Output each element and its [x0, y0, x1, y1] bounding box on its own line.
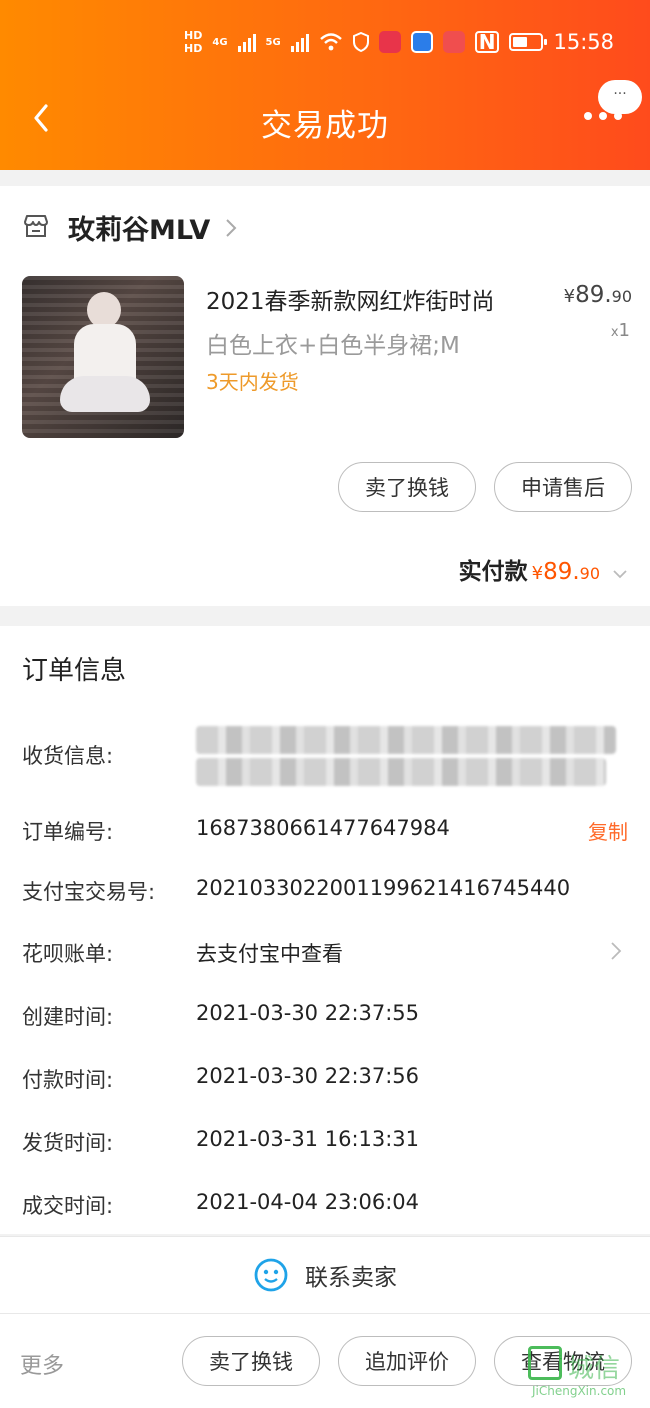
chevron-down-icon — [613, 570, 627, 579]
ship-note: 3天内发货 — [206, 370, 299, 394]
order-number-label: 订单编号: — [22, 820, 114, 844]
after-sale-button[interactable]: 申请售后 — [494, 462, 632, 512]
app-header: HD HD 4G 5G N 15:58 交易成功 ··· — [0, 0, 650, 170]
more-button[interactable]: 更多 — [20, 1348, 64, 1380]
price-currency: ¥ — [563, 286, 576, 307]
paid-time-value: 2021-03-30 22:37:56 — [196, 1064, 420, 1088]
hd-label-1: HD — [184, 29, 203, 42]
shipping-address-redacted — [196, 726, 616, 754]
watermark-en: JiChengXin.com — [532, 1384, 627, 1398]
product-quantity: x1 — [611, 320, 630, 341]
paid-amount: ¥89.90 — [532, 559, 600, 585]
contact-seller-button[interactable]: 联系卖家 — [0, 1236, 650, 1314]
page-title: 交易成功 — [261, 108, 389, 144]
network-label-2: 5G — [265, 36, 281, 48]
paid-label: 实付款 — [458, 559, 528, 585]
price-int: 89. — [575, 282, 612, 308]
signal-icon — [237, 32, 256, 52]
qty-prefix: x — [610, 325, 619, 340]
paid-int: 89. — [543, 559, 580, 585]
huabei-row[interactable]: 花呗账单: 去支付宝中查看 — [22, 938, 628, 968]
shipping-info-row: 收货信息: — [22, 726, 628, 786]
store-icon — [22, 213, 50, 243]
watermark-cn: 城信 — [568, 1354, 621, 1384]
watermark-logo: 城信 JiChengXin.com — [528, 1346, 644, 1402]
message-bubble-icon[interactable]: ··· — [598, 80, 642, 114]
shield-icon — [352, 32, 369, 52]
order-item-card: 玫莉谷MLV 2021春季新款网红炸街时尚 白色上衣+白色半身裙;M 3天内发货… — [0, 186, 650, 606]
shipped-time-label: 发货时间: — [22, 1131, 114, 1155]
paid-time-label: 付款时间: — [22, 1068, 114, 1092]
sell-button-bottom[interactable]: 卖了换钱 — [182, 1336, 320, 1386]
more-menu-button[interactable] — [584, 112, 622, 120]
hd-label-2: HD — [184, 42, 203, 55]
status-time: 15:58 — [553, 30, 614, 54]
app-icon-blue — [410, 31, 433, 53]
product-price: ¥89.90 — [564, 282, 632, 308]
closed-time-label: 成交时间: — [22, 1194, 114, 1218]
sell-button[interactable]: 卖了换钱 — [338, 462, 476, 512]
price-dec: 90 — [611, 287, 632, 306]
shop-name: 玫莉谷MLV — [68, 215, 211, 246]
app-icon-play — [442, 31, 465, 53]
order-info-title: 订单信息 — [22, 656, 127, 686]
add-review-button[interactable]: 追加评价 — [338, 1336, 476, 1386]
qty-value: 1 — [618, 320, 630, 341]
network-label-1: 4G — [212, 36, 228, 48]
app-icon-red — [378, 31, 401, 53]
shipped-time-value: 2021-03-31 16:13:31 — [196, 1127, 420, 1151]
paid-currency: ¥ — [531, 563, 544, 584]
shipping-contact-redacted — [196, 758, 606, 786]
product-spec: 白色上衣+白色半身裙;M — [206, 333, 460, 359]
created-time-label: 创建时间: — [22, 1005, 114, 1029]
created-time-value: 2021-03-30 22:37:55 — [196, 1001, 420, 1025]
signal-icon-2 — [290, 32, 309, 52]
copy-button[interactable]: 复制 — [588, 816, 628, 845]
paid-dec: 90 — [579, 564, 600, 583]
battery-icon — [509, 33, 548, 51]
chevron-right-icon — [611, 942, 622, 960]
product-title[interactable]: 2021春季新款网红炸街时尚 — [206, 282, 495, 316]
order-info-card: 订单信息 收货信息: 订单编号: 1687380661477647984 复制 … — [0, 626, 650, 1234]
alipay-number-label: 支付宝交易号: — [22, 880, 156, 904]
chevron-right-icon — [226, 218, 237, 237]
product-thumbnail[interactable] — [22, 276, 184, 438]
chat-face-icon — [254, 1258, 288, 1292]
shop-link[interactable]: 玫莉谷MLV — [22, 208, 238, 247]
wifi-icon — [319, 33, 342, 51]
hd-icon: HD HD — [184, 30, 202, 54]
closed-time-value: 2021-04-04 23:06:04 — [196, 1190, 420, 1214]
paid-summary[interactable]: 实付款 ¥89.90 — [459, 552, 628, 586]
order-number-value: 1687380661477647984 — [196, 816, 450, 840]
status-bar: HD HD 4G 5G N 15:58 — [184, 30, 614, 54]
huabei-label: 花呗账单: — [22, 942, 114, 966]
shipping-label: 收货信息: — [22, 744, 114, 768]
huabei-value: 去支付宝中查看 — [196, 942, 343, 966]
nfc-icon: N — [474, 31, 500, 53]
contact-seller-label: 联系卖家 — [305, 1265, 397, 1291]
alipay-number-value: 2021033022001199621416745440 — [196, 876, 571, 900]
watermark-icon — [528, 1346, 562, 1380]
